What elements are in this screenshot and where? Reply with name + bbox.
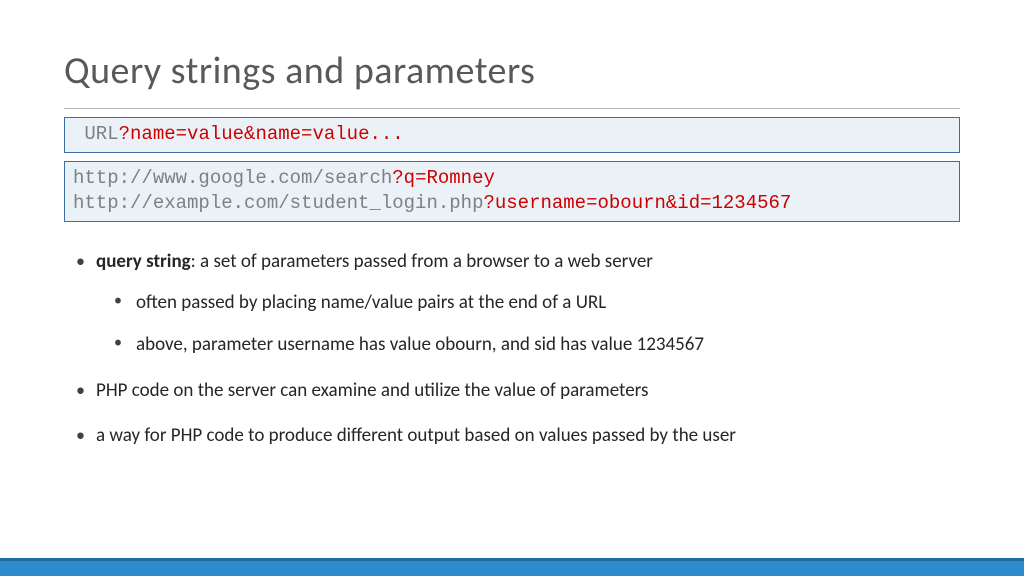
bullet-1-rest: : a set of parameters passed from a brow… [191,250,653,273]
bullet-1: query string: a set of parameters passed… [64,248,960,359]
footer-accent-bar [0,558,1024,576]
bullet-1-term: query string [96,250,191,273]
bullet-list: query string: a set of parameters passed… [64,248,960,450]
examples-box: http://www.google.com/search?q=Romney ht… [64,161,960,222]
bullet-1-sub-1: often passed by placing name/value pairs… [96,289,960,317]
slide-title: Query strings and parameters [64,48,960,94]
title-rule [64,108,960,109]
slide: Query strings and parameters URL?name=va… [0,0,1024,450]
example-2-query: ?username=obourn&id=1234567 [483,192,791,214]
example-2-base: http://example.com/student_login.php [73,192,483,214]
syntax-box: URL?name=value&name=value... [64,117,960,153]
bullet-2: PHP code on the server can examine and u… [64,377,960,405]
syntax-query: ?name=value&name=value... [119,123,404,145]
syntax-base: URL [84,123,118,145]
bullet-3: a way for PHP code to produce different … [64,422,960,450]
example-1-query: ?q=Romney [392,167,495,189]
example-1-base: http://www.google.com/search [73,167,392,189]
bullet-1-sub-2: above, parameter username has value obou… [96,331,960,359]
